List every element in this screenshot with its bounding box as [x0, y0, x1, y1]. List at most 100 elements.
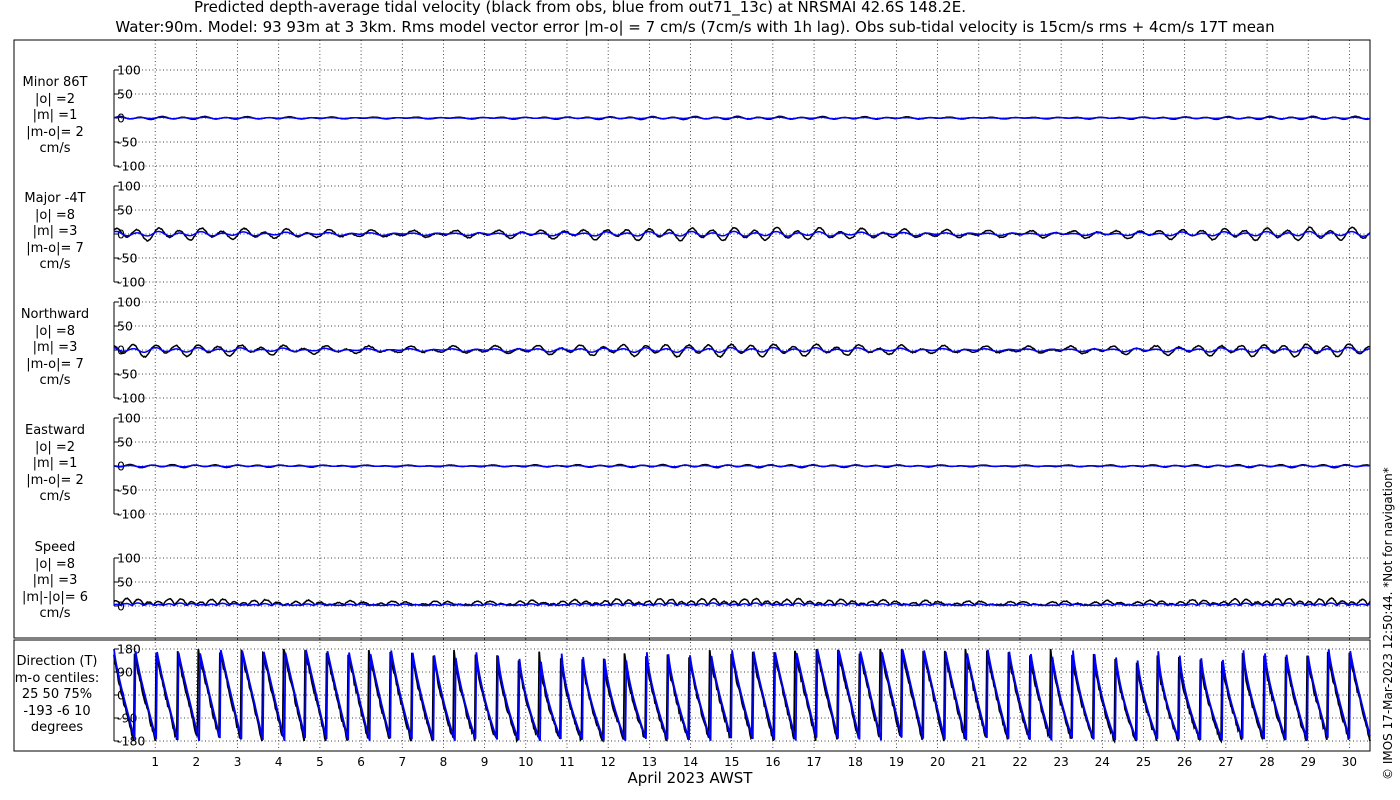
panel-label-line: Speed — [34, 540, 76, 555]
x-tick-label: 27 — [1218, 755, 1233, 769]
panel-label-line: cm/s — [39, 373, 71, 388]
x-tick-label: 12 — [601, 755, 616, 769]
panel-label-line: |o| =2 — [34, 91, 75, 107]
x-tick-label: 8 — [440, 755, 448, 769]
copyright-notice: © IMOS 17-Mar-2023 12:50:44. *Not for na… — [1381, 467, 1395, 780]
x-tick-label: 23 — [1054, 755, 1069, 769]
x-tick-label: 18 — [848, 755, 863, 769]
day-grid — [154, 40, 1350, 751]
y-tick-label: 50 — [117, 319, 133, 334]
panel-label-line: |o| =2 — [34, 439, 75, 455]
panel-label-line: |o| =8 — [34, 323, 75, 339]
panel-label-line: |m| =3 — [32, 340, 78, 355]
panel-label-line: |m-o|= 7 — [26, 240, 84, 256]
x-tick-label: 17 — [806, 755, 821, 769]
panel-label-line: Eastward — [24, 423, 86, 438]
x-tick-label: 25 — [1136, 755, 1151, 769]
panel-label-line: cm/s — [39, 257, 71, 272]
panel-label: Eastward |o| =2 |m| =1 |m-o|= 2 cm/s — [0, 423, 110, 506]
panel-label: Speed |o| =8 |m| =3 |m|-|o|= 6 cm/s — [0, 540, 110, 623]
y-tick-label: 180 — [117, 642, 141, 657]
y-tick-label: -50 — [117, 251, 137, 266]
panel-label: Minor 86T |o| =2 |m| =1 |m-o|= 2 cm/s — [0, 75, 110, 158]
panel-label-line: 25 50 75% — [21, 687, 93, 702]
panel-label-line: |m-o|= 7 — [26, 356, 84, 372]
panel-label-line: Northward — [20, 307, 90, 322]
y-tick-label: -50 — [117, 135, 137, 150]
y-tick-label: 50 — [117, 203, 133, 218]
x-tick-label: 13 — [642, 755, 657, 769]
x-tick-label: 21 — [971, 755, 986, 769]
panel-label-line: |m| =1 — [32, 456, 78, 471]
panel-label: Major -4T |o| =8 |m| =3 |m-o|= 7 cm/s — [0, 191, 110, 274]
x-tick-label: 7 — [398, 755, 406, 769]
x-tick-label: 14 — [683, 755, 698, 769]
x-tick-label: 1 — [151, 755, 159, 769]
x-tick-label: 9 — [481, 755, 489, 769]
y-tick-label: 100 — [117, 551, 141, 566]
panel-major-4t: 100500-50-100 — [113, 179, 1371, 290]
y-tick-label: 50 — [117, 435, 133, 450]
x-tick-label: 11 — [559, 755, 574, 769]
x-tick-label: 28 — [1259, 755, 1274, 769]
y-tick-label: 50 — [117, 575, 133, 590]
panel-northward: 100500-50-100 — [113, 295, 1371, 406]
panel-label: Northward |o| =8 |m| =3 |m-o|= 7 cm/s — [0, 307, 110, 390]
panel-label-line: |m|-|o|= 6 — [21, 589, 89, 605]
x-tick-label: 26 — [1177, 755, 1192, 769]
chart-subtitle: Water:90m. Model: 93 93m at 3 3km. Rms m… — [115, 18, 1275, 36]
panel-label: Direction (T) m-o centiles: 25 50 75% -193 … — [2, 654, 112, 737]
tidal-velocity-figure: 1 2 3 4 5 6 7 8 9 10 11 12 13 14 15 16 17 18 19 20 21 22 23 24 2… — [13, 39, 1371, 769]
x-tick-label: 16 — [765, 755, 780, 769]
panel-minor-86t: 100500-50-100 — [113, 63, 1371, 174]
chart-title: Predicted depth-average tidal velocity (… — [194, 0, 966, 16]
y-tick-label: -100 — [117, 391, 145, 406]
direction-frame — [13, 639, 1371, 752]
panel-speed: 100500 — [113, 551, 1371, 614]
y-tick-label: -50 — [117, 367, 137, 382]
x-tick-label: 30 — [1342, 755, 1357, 769]
x-axis-label: April 2023 AWST — [627, 769, 753, 787]
y-tick-label: 100 — [117, 295, 141, 310]
panel-direction-t-: 180900-90-180 — [113, 642, 1371, 749]
y-tick-label: -100 — [117, 275, 145, 290]
panel-label-line: |m| =3 — [32, 224, 78, 239]
x-tick-label: 24 — [1095, 755, 1110, 769]
panel-label-line: |o| =8 — [34, 207, 75, 223]
panel-label-line: |m-o|= 2 — [26, 472, 84, 488]
x-tick-label: 20 — [930, 755, 945, 769]
y-tick-label: 100 — [117, 411, 141, 426]
panel-label-line: degrees — [30, 720, 84, 735]
series-model-line — [113, 464, 1371, 468]
y-tick-label: -100 — [117, 507, 145, 522]
panel-label-line: cm/s — [39, 489, 71, 504]
x-tick-label: 22 — [1012, 755, 1027, 769]
panel-eastward: 100500-50-100 — [113, 411, 1371, 522]
panel-label-line: |m-o|= 2 — [26, 124, 84, 140]
panel-label-line: Major -4T — [24, 191, 86, 206]
y-tick-label: -180 — [117, 734, 145, 749]
panel-label-line: |m| =3 — [32, 573, 78, 588]
panel-label-line: cm/s — [39, 606, 71, 621]
panel-label-line: Direction (T) — [16, 654, 98, 669]
x-tick-label: 4 — [275, 755, 283, 769]
x-tick-label: 3 — [234, 755, 242, 769]
x-tick-label: 10 — [518, 755, 533, 769]
x-tick-label: 19 — [889, 755, 904, 769]
x-tick-label: 15 — [724, 755, 739, 769]
x-tick-label: 5 — [316, 755, 324, 769]
panel-label-line: Minor 86T — [22, 75, 88, 90]
y-tick-label: 100 — [117, 179, 141, 194]
panel-label-line: -193 -6 10 — [23, 703, 91, 719]
panel-label-line: |m| =1 — [32, 108, 78, 123]
panel-label-line: cm/s — [39, 141, 71, 156]
y-tick-label: 50 — [117, 87, 133, 102]
panel-label-line: |o| =8 — [34, 556, 75, 572]
y-tick-label: -50 — [117, 483, 137, 498]
upper-frame — [13, 39, 1371, 639]
x-tick-label: 29 — [1301, 755, 1316, 769]
x-tick-label: 2 — [193, 755, 201, 769]
series-model-line — [113, 116, 1371, 120]
y-tick-label: 100 — [117, 63, 141, 78]
y-tick-label: -100 — [117, 159, 145, 174]
